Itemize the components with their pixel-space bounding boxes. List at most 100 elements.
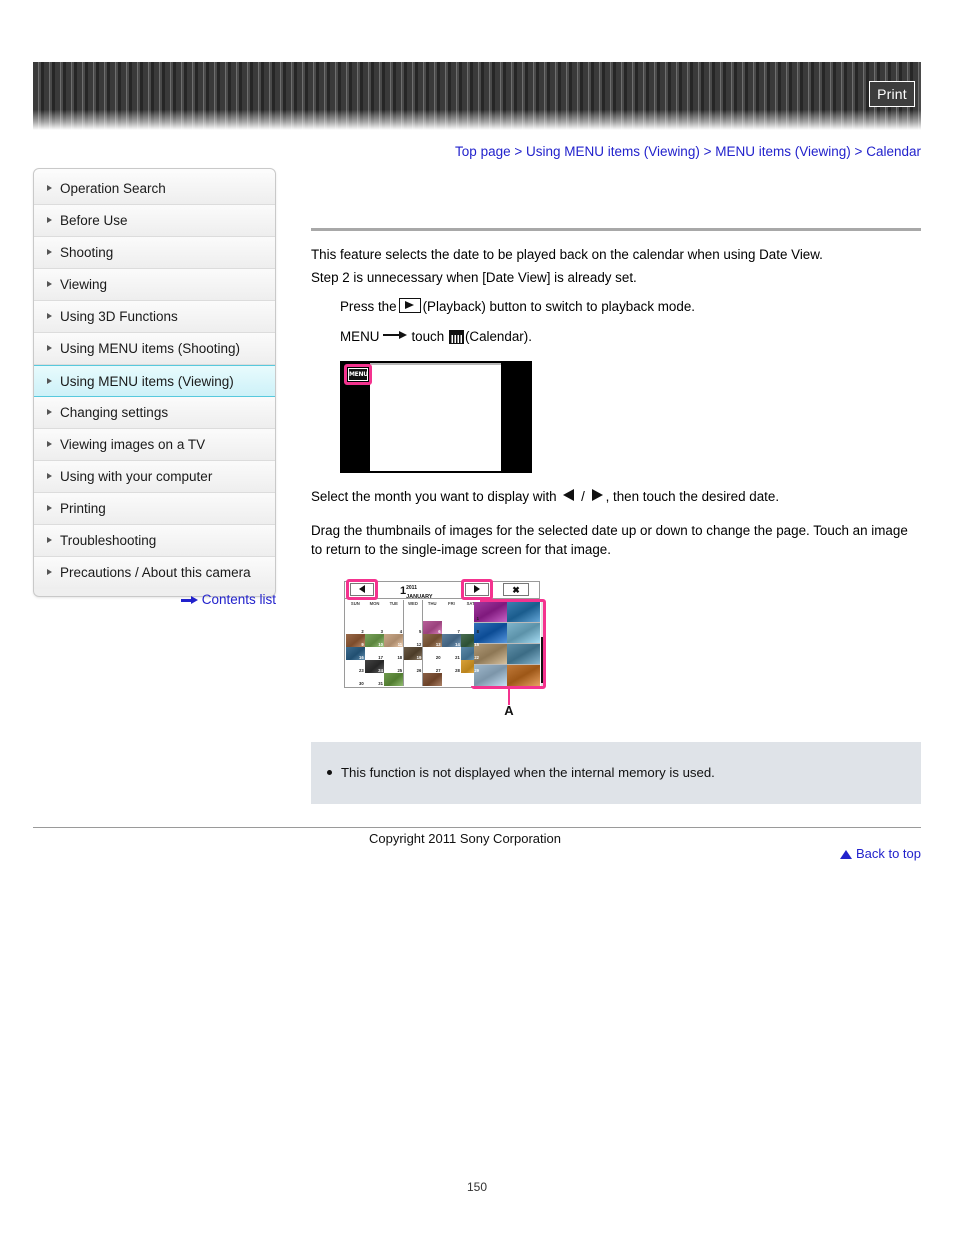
sidebar-item-shooting[interactable]: Shooting	[34, 237, 275, 269]
breadcrumb-item-top-page[interactable]: Top page	[455, 144, 511, 159]
sidebar-item-using-with-your-computer[interactable]: Using with your computer	[34, 461, 275, 493]
calendar-day-cell[interactable]: 20	[422, 647, 442, 660]
sidebar-item-operation-search[interactable]: Operation Search	[34, 173, 275, 205]
calendar-day-number: 1	[476, 615, 479, 621]
step-4: Drag the thumbnails of images for the se…	[311, 522, 908, 558]
calendar-day-cell[interactable]: 19	[403, 647, 423, 660]
calendar-day-cell[interactable]: 11	[384, 634, 404, 647]
chevron-right-icon	[47, 217, 52, 223]
sidebar-item-viewing-images-on-a-tv[interactable]: Viewing images on a TV	[34, 429, 275, 461]
thumbnail-item[interactable]	[507, 622, 540, 644]
calendar-day-cell[interactable]	[403, 673, 423, 686]
sidebar-item-using-3d-functions[interactable]: Using 3D Functions	[34, 301, 275, 333]
breadcrumb-item-using-menu-items-viewing[interactable]: Using MENU items (Viewing)	[526, 144, 700, 159]
calendar-day-cell[interactable]: 27	[422, 660, 442, 673]
calendar-day-header: TUE	[384, 599, 404, 608]
calendar-day-cell[interactable]: 14	[442, 634, 461, 647]
step-3: Select the month you want to display wit…	[311, 487, 921, 507]
calendar-day-cell[interactable]: 10	[365, 634, 384, 647]
sidebar-item-troubleshooting[interactable]: Troubleshooting	[34, 525, 275, 557]
contents-list-link[interactable]: Contents list	[33, 592, 276, 607]
breadcrumb-separator: >	[854, 144, 863, 159]
sidebar-item-changing-settings[interactable]: Changing settings	[34, 397, 275, 429]
calendar-day-cell[interactable]	[422, 673, 442, 686]
breadcrumb-item-calendar[interactable]: Calendar	[866, 144, 921, 159]
calendar-day-cell[interactable]	[346, 608, 365, 621]
calendar-day-cell[interactable]: 4	[384, 621, 404, 634]
thumbnail-scroll-thumb[interactable]	[541, 636, 543, 683]
calendar-day-header: THU	[422, 599, 442, 608]
thumbnail-item[interactable]	[507, 601, 540, 623]
calendar-day-cell[interactable]: 18	[384, 647, 404, 660]
sidebar-item-label: Using with your computer	[60, 469, 213, 484]
calendar-day-cell[interactable]: 13	[422, 634, 442, 647]
page-number: 150	[466, 1180, 488, 1194]
sidebar-navigation: Operation Search Before Use Shooting Vie…	[33, 168, 276, 597]
thumbnail-item[interactable]	[507, 664, 540, 686]
calendar-day-cell[interactable]: 17	[365, 647, 384, 660]
note-line: This function is not displayed when the …	[311, 764, 921, 782]
calendar-day-number: 2	[361, 628, 364, 634]
chevron-right-icon	[47, 185, 52, 191]
calendar-day-cell[interactable]: 28	[442, 660, 461, 673]
step-1: Press the (Playback) button to switch to …	[311, 297, 921, 317]
calendar-day-cell[interactable]	[442, 673, 461, 686]
sidebar-item-label: Changing settings	[60, 405, 169, 420]
calendar-day-number: 14	[455, 641, 460, 647]
step-3-slash: /	[581, 489, 585, 504]
calendar-close-button[interactable]: ✖	[503, 582, 529, 596]
calendar-day-cell[interactable]: 2	[346, 621, 365, 634]
sidebar-item-label: Viewing	[60, 277, 108, 292]
thumbnail-item[interactable]	[507, 643, 540, 665]
print-button[interactable]: Print	[869, 81, 915, 107]
calendar-day-cell[interactable]: 9	[346, 634, 365, 647]
calendar-year: 2011	[406, 584, 417, 591]
sidebar-item-precautions-about-this-camera[interactable]: Precautions / About this camera	[34, 557, 275, 589]
sidebar-item-label: Troubleshooting	[60, 533, 157, 548]
back-to-top-link[interactable]: Back to top	[311, 846, 921, 861]
sidebar-item-using-menu-items-shooting[interactable]: Using MENU items (Shooting)	[34, 333, 275, 365]
calendar-day-number: 8	[476, 628, 479, 634]
sidebar-item-label: Before Use	[60, 213, 128, 228]
calendar-day-cell[interactable]	[384, 608, 404, 621]
calendar-day-cell[interactable]: 30	[346, 673, 365, 686]
calendar-day-number: 7	[457, 628, 460, 634]
sidebar-item-using-menu-items-viewing[interactable]: Using MENU items (Viewing)	[34, 365, 275, 397]
calendar-day-cell[interactable]: 3	[365, 621, 384, 634]
calendar-day-cell[interactable]: 25	[384, 660, 404, 673]
calendar-day-cell[interactable]: 5	[403, 621, 423, 634]
breadcrumb-item-menu-items-viewing[interactable]: MENU items (Viewing)	[715, 144, 851, 159]
calendar-day-number: 19	[416, 654, 422, 660]
calendar-day-cell[interactable]	[422, 608, 442, 621]
calendar-day-cell[interactable]	[384, 673, 404, 686]
calendar-day-number: 23	[359, 667, 364, 673]
calendar-day-number: 6	[438, 628, 441, 634]
sidebar-item-viewing[interactable]: Viewing	[34, 269, 275, 301]
next-month-highlight	[461, 578, 493, 600]
step-1-text-after: (Playback) button to switch to playback …	[422, 299, 695, 314]
calendar-day-number: 22	[474, 654, 479, 660]
calendar-day-cell[interactable]: 31	[365, 673, 384, 686]
calendar-day-cell[interactable]	[403, 608, 423, 621]
back-to-top-label: Back to top	[855, 845, 921, 861]
thumbnail-strip[interactable]	[474, 601, 540, 686]
calendar-day-cell[interactable]: 26	[403, 660, 423, 673]
calendar-day-cell[interactable]: 16	[346, 647, 365, 660]
calendar-day-cell[interactable]	[365, 608, 384, 621]
calendar-day-cell[interactable]: 7	[442, 621, 461, 634]
calendar-day-cell[interactable]: 6	[422, 621, 442, 634]
calendar-day-cell[interactable]: 12	[403, 634, 423, 647]
chevron-right-icon	[47, 249, 52, 255]
sidebar-item-printing[interactable]: Printing	[34, 493, 275, 525]
calendar-day-cell[interactable]: 23	[346, 660, 365, 673]
calendar-day-cell[interactable]	[442, 608, 461, 621]
playback-icon	[398, 298, 421, 313]
calendar-day-cell[interactable]: 21	[442, 647, 461, 660]
calendar-day-number: 12	[416, 641, 422, 647]
calendar-day-header: MON	[365, 599, 384, 608]
calendar-day-number: 9	[361, 641, 364, 647]
step-2-touch-label: touch	[411, 329, 445, 344]
calendar-day-cell[interactable]: 24	[365, 660, 384, 673]
sidebar-item-before-use[interactable]: Before Use	[34, 205, 275, 237]
calendar-day-number: 27	[435, 667, 441, 673]
